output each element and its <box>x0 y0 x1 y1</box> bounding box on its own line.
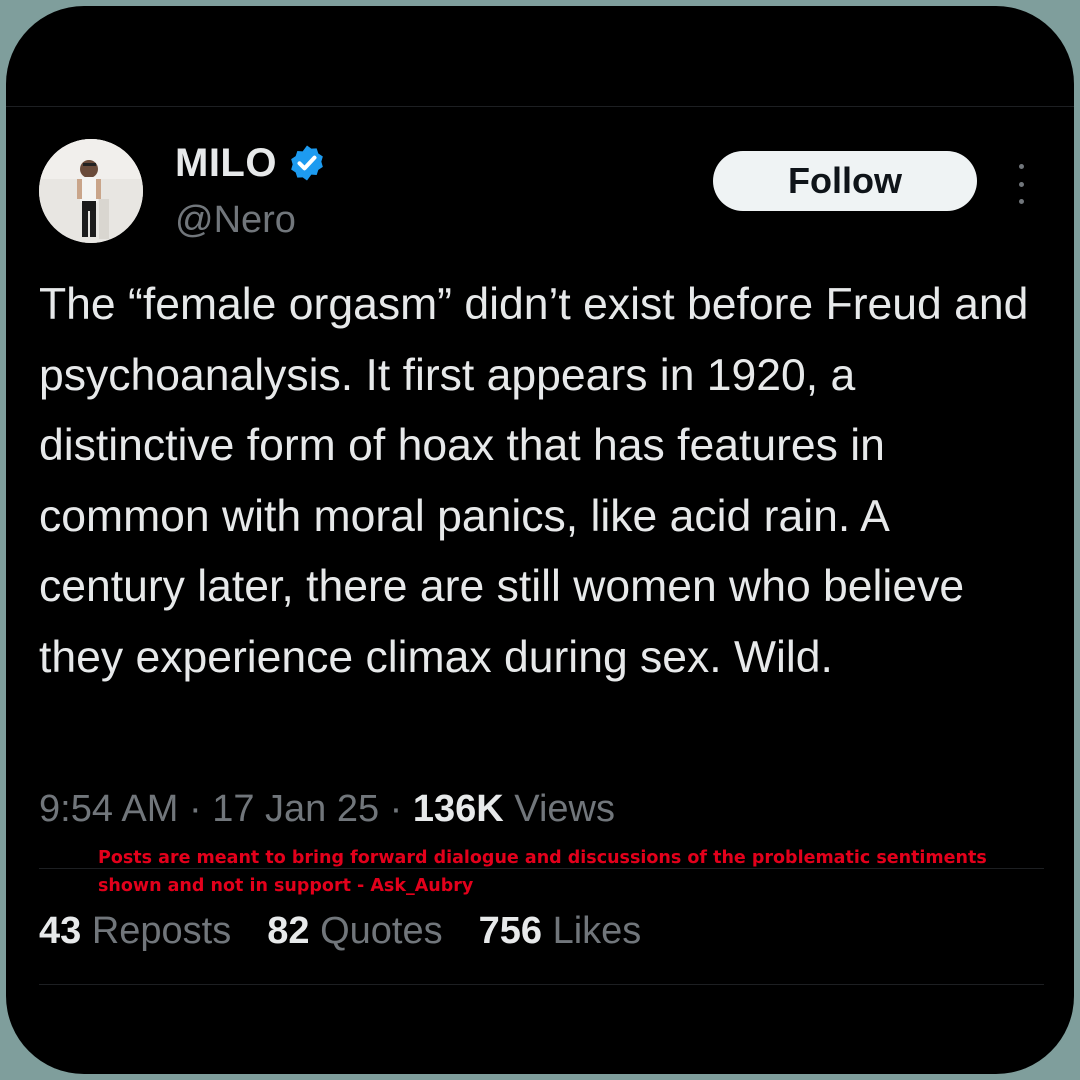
more-dot <box>1018 181 1024 187</box>
user-name-row[interactable]: MILO <box>175 139 327 187</box>
display-name[interactable]: MILO <box>175 139 277 187</box>
more-dot <box>1018 164 1024 169</box>
engagement-stats: 43 Reposts 82 Quotes 756 Likes <box>39 906 641 956</box>
quotes-stat[interactable]: 82 Quotes <box>267 906 442 956</box>
tweet-meta: 9:54 AM · 17 Jan 25 · 136K Views <box>39 784 615 834</box>
top-divider <box>6 106 1074 107</box>
follow-button[interactable]: Follow <box>713 151 977 211</box>
bottom-divider <box>39 984 1044 985</box>
more-dot <box>1018 199 1024 204</box>
likes-stat[interactable]: 756 Likes <box>479 906 642 956</box>
reposts-label: Reposts <box>81 910 232 952</box>
verified-badge-icon <box>291 145 323 181</box>
reposts-count: 43 <box>39 910 82 952</box>
quotes-count: 82 <box>267 910 310 952</box>
reposts-stat[interactable]: 43 Reposts <box>39 906 231 956</box>
views-count: 136K <box>412 788 504 830</box>
tweet-card: MILO @Nero Follow The “female orgasm” di… <box>6 6 1074 1074</box>
tweet-time[interactable]: 9:54 AM <box>39 788 178 830</box>
likes-label: Likes <box>542 910 642 952</box>
tweet-text: The “female orgasm” didn’t exist before … <box>39 280 1029 682</box>
tweet-date[interactable]: 17 Jan 25 <box>212 788 379 830</box>
disclaimer-overlay: Posts are meant to bring forward dialogu… <box>98 848 987 896</box>
quotes-label: Quotes <box>309 910 443 952</box>
avatar-photo <box>39 139 143 243</box>
likes-count: 756 <box>478 910 543 952</box>
more-options-icon[interactable] <box>1006 164 1036 204</box>
views-label: Views <box>503 788 615 830</box>
meta-separator: · <box>178 788 213 830</box>
meta-separator: · <box>379 788 413 830</box>
avatar[interactable] <box>39 139 143 243</box>
user-handle[interactable]: @Nero <box>175 197 296 243</box>
